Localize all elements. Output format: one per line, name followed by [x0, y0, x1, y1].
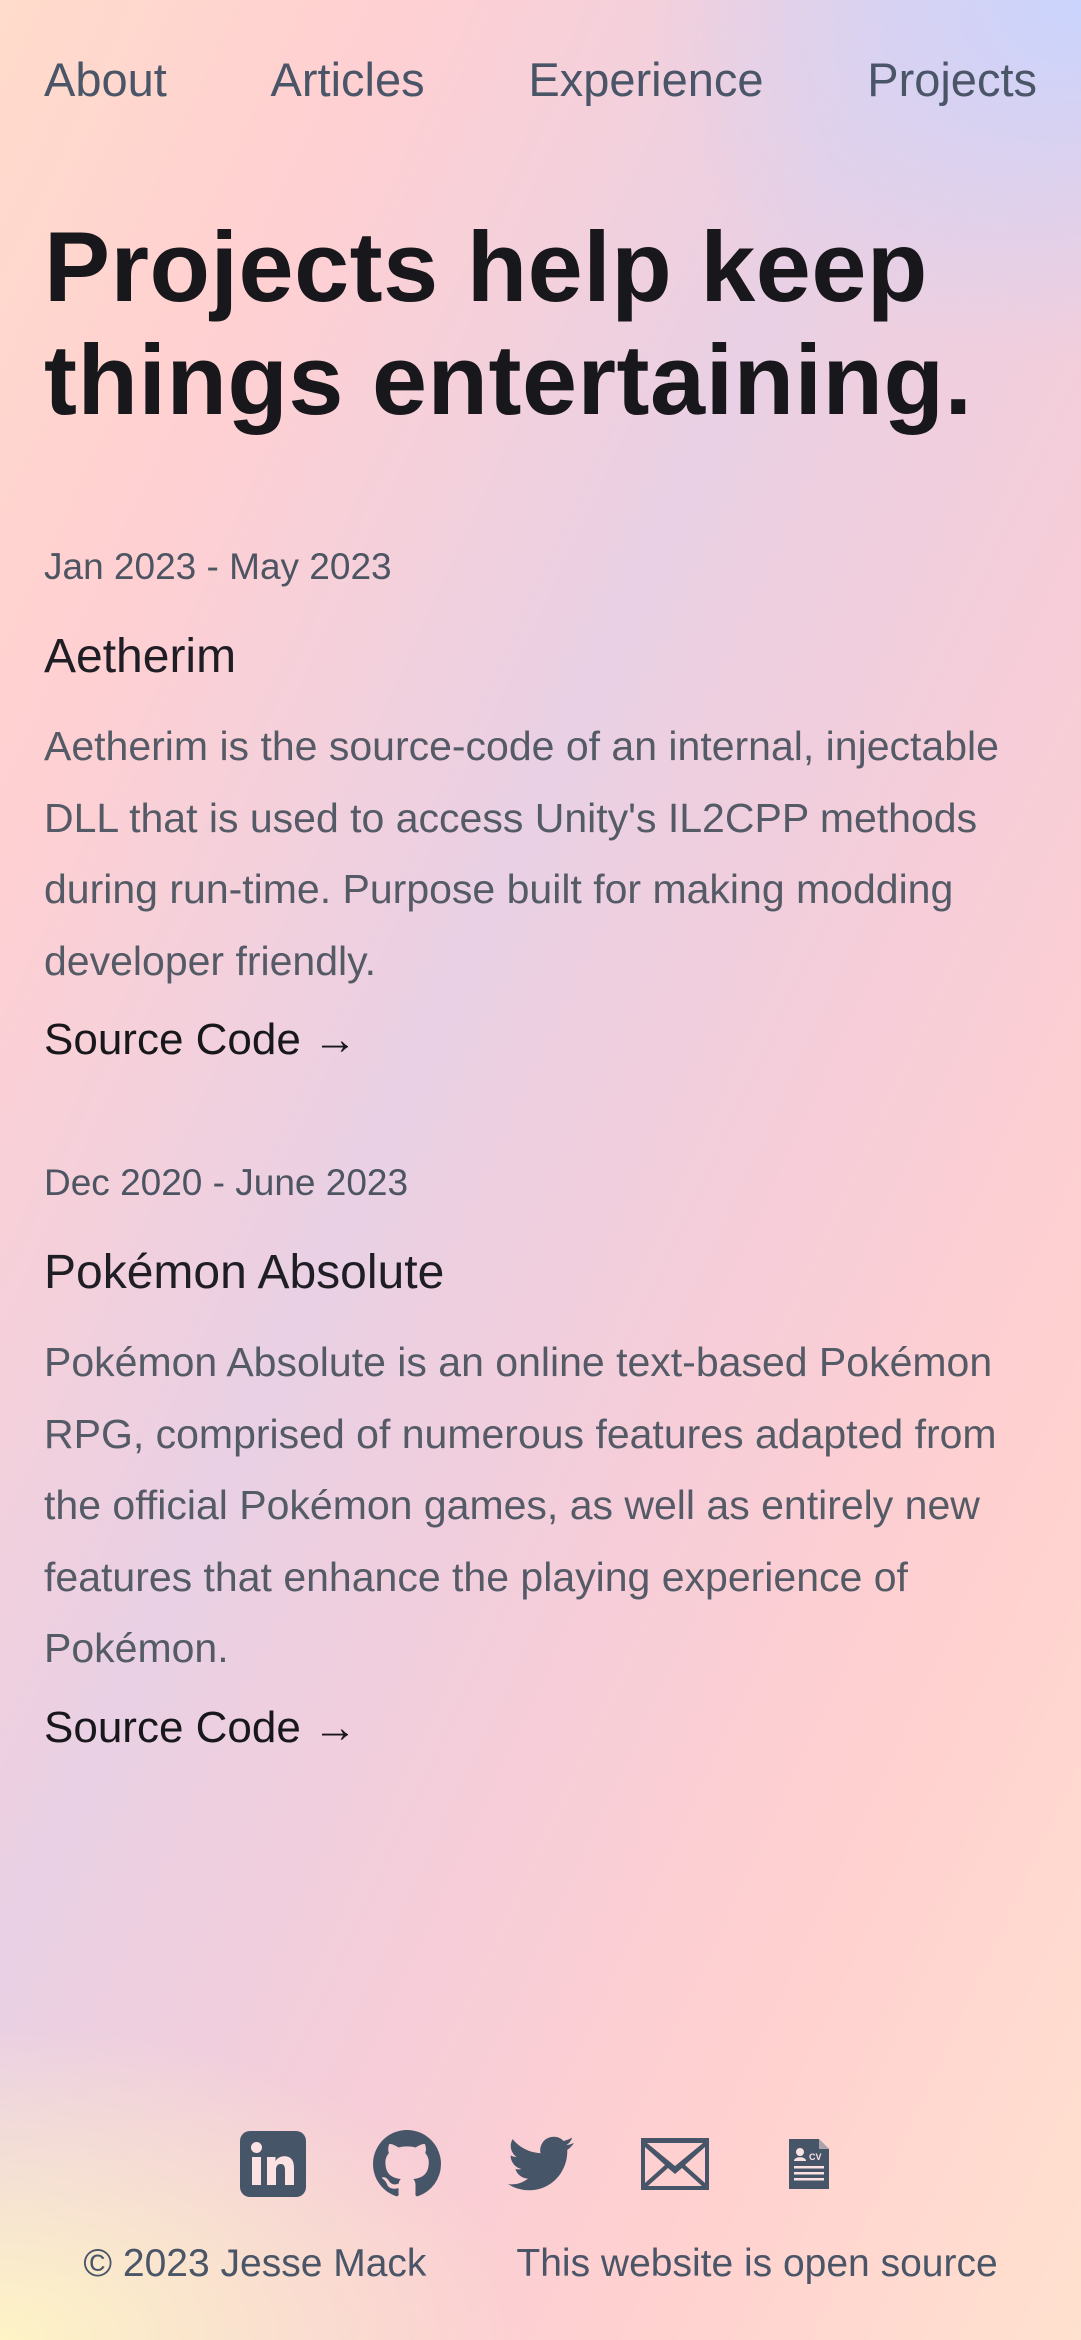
source-code-link[interactable]: Source Code → — [44, 1703, 357, 1753]
copyright-text: © 2023 Jesse Mack — [83, 2242, 427, 2285]
project-date: Dec 2020 - June 2023 — [44, 1162, 409, 1203]
nav-projects-link[interactable]: Projects — [867, 52, 1037, 107]
site-footer: © 2023 Jesse Mack This website is open s… — [0, 2242, 1081, 2286]
cv-icon: CV — [788, 2139, 829, 2189]
twitter-link[interactable] — [507, 2130, 575, 2198]
source-code-link[interactable]: Source Code → — [44, 1015, 357, 1065]
nav-articles-link[interactable]: Articles — [271, 52, 425, 107]
github-link[interactable] — [372, 2130, 441, 2198]
project-description: Pokémon Absolute is an online text-based… — [44, 1339, 997, 1671]
email-icon — [640, 2138, 709, 2190]
cv-link[interactable]: CV — [775, 2130, 843, 2198]
linkedin-icon — [239, 2131, 306, 2197]
email-link[interactable] — [640, 2130, 709, 2198]
nav-experience-link[interactable]: Experience — [528, 52, 763, 107]
project-card-aetherim: Jan 2023 - May 2023 Aetherim Aetherim is… — [44, 545, 1044, 1065]
top-nav: About Articles Experience Projects — [44, 52, 1037, 107]
social-links: CV — [0, 2130, 1081, 2198]
project-title: Aetherim — [44, 630, 237, 683]
project-title: Pokémon Absolute — [44, 1246, 445, 1299]
project-description: Aetherim is the source-code of an intern… — [44, 723, 999, 984]
linkedin-link[interactable] — [239, 2130, 307, 2198]
github-icon — [372, 2130, 441, 2197]
project-date: Jan 2023 - May 2023 — [44, 546, 392, 587]
page-headline: Projects help keep things entertaining. — [44, 211, 973, 435]
twitter-icon — [507, 2136, 574, 2191]
svg-text:CV: CV — [809, 2152, 822, 2162]
nav-about-link[interactable]: About — [44, 52, 167, 107]
open-source-link[interactable]: This website is open source — [516, 2242, 997, 2286]
project-card-pokemon-absolute: Dec 2020 - June 2023 Pokémon Absolute Po… — [44, 1161, 1044, 1753]
